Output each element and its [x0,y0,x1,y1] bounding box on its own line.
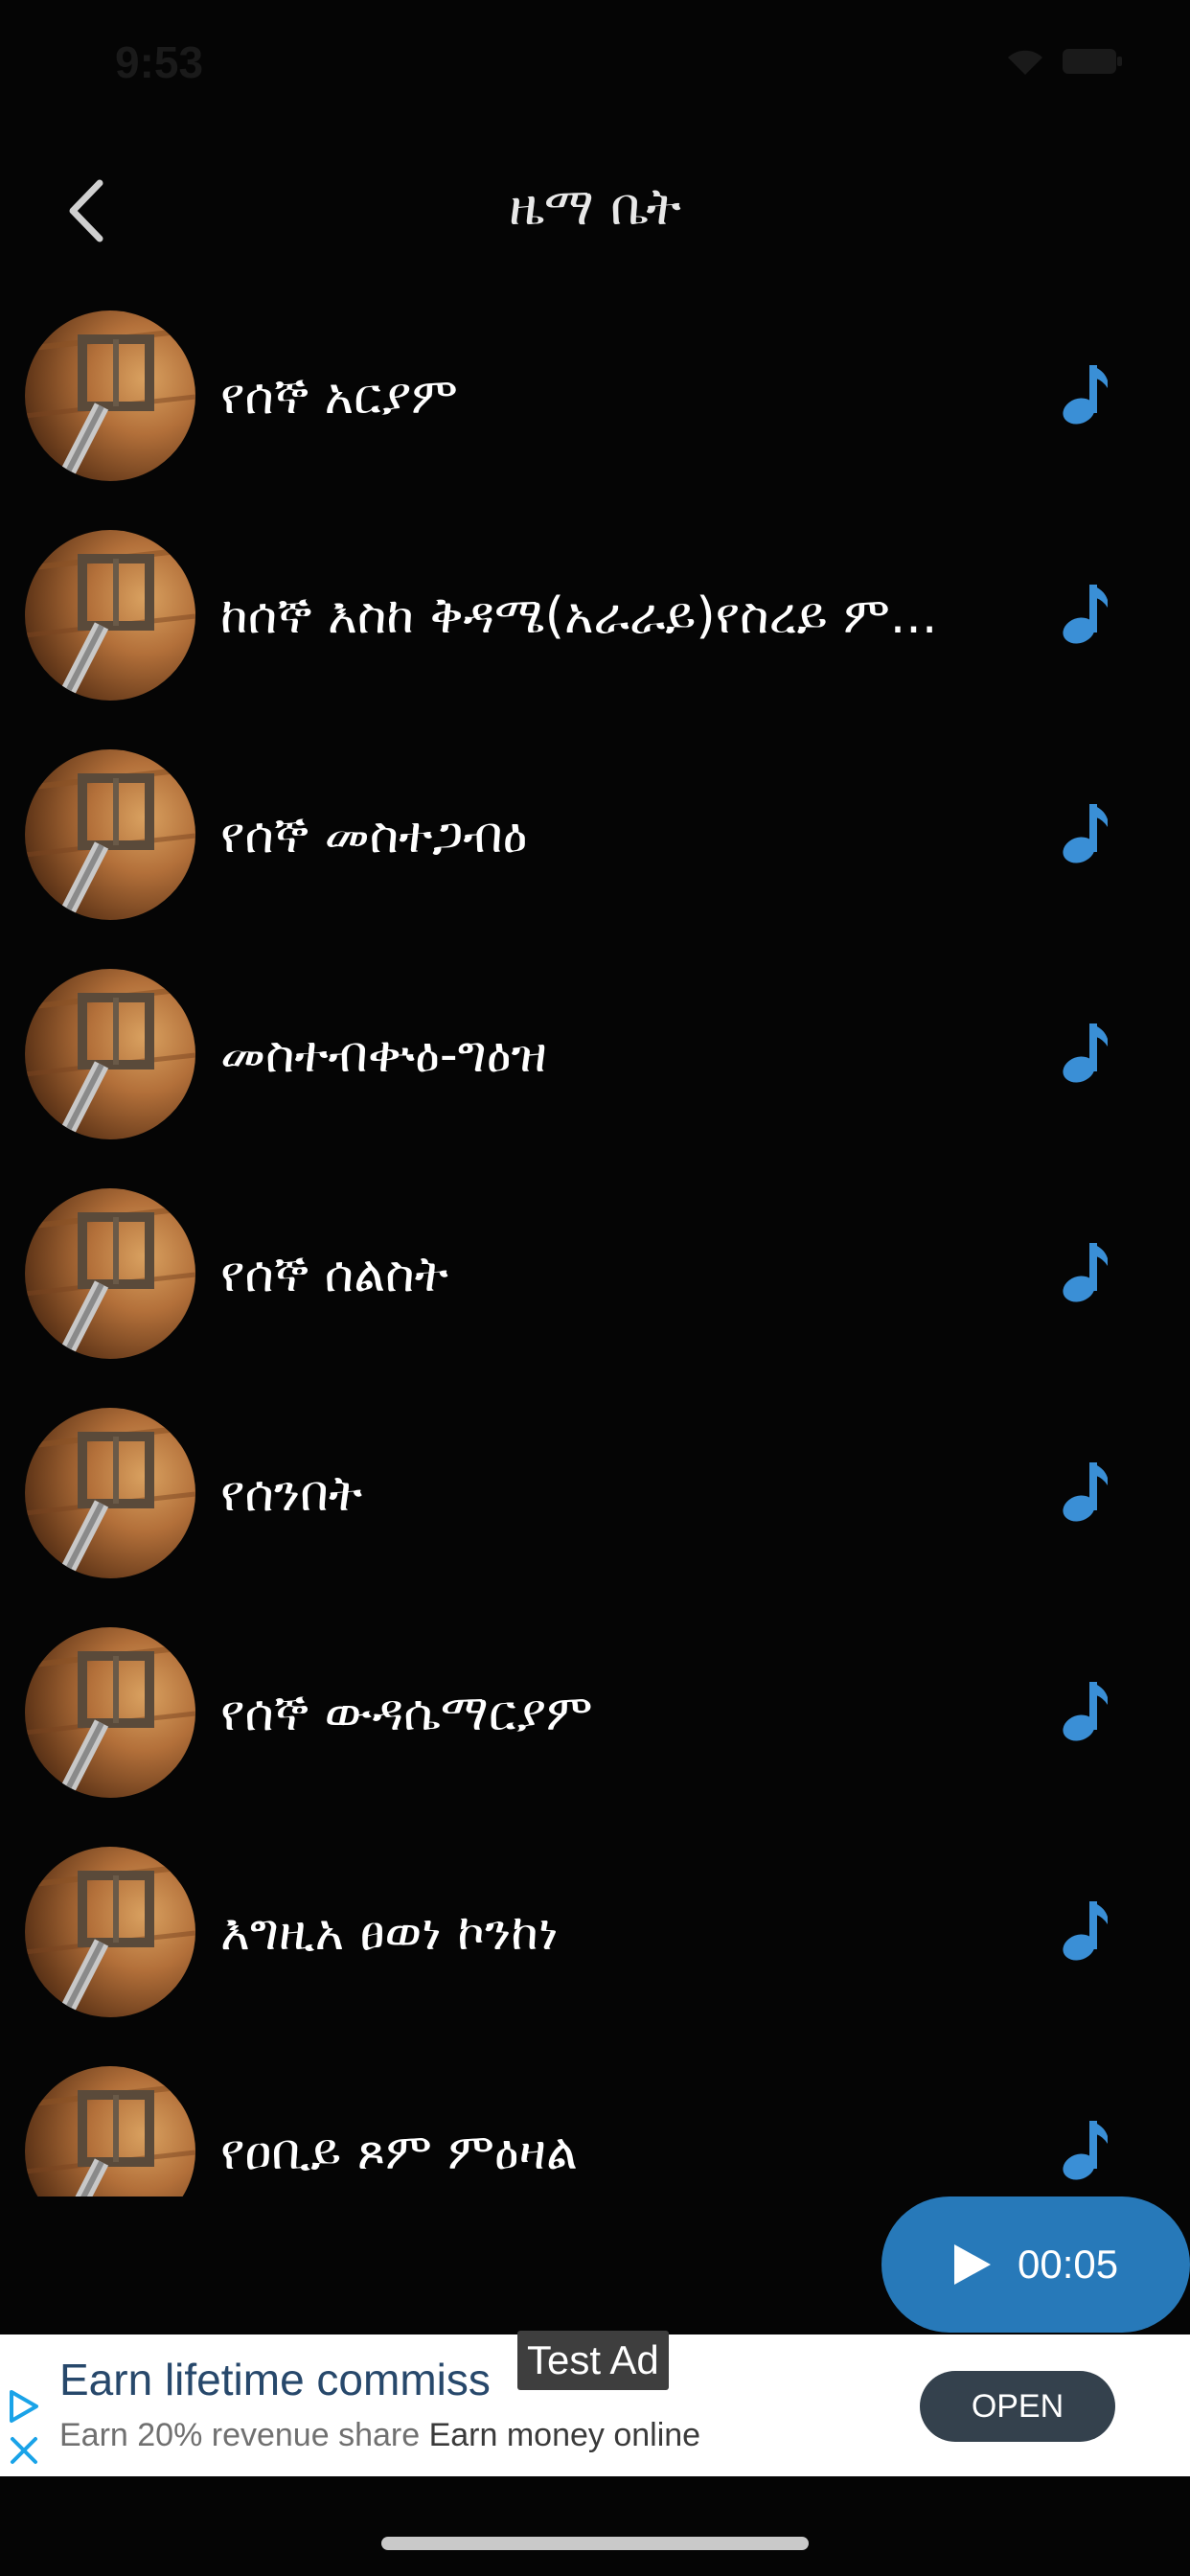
track-item[interactable]: የዐቢይ ጾም ምዕዛል [0,2043,1190,2196]
track-list: የሰኞ አርያም ከሰኞ እስከ ቅዳሜ(አራራይ)የስረይ ም... የሰኞ መስ… [0,288,1190,2196]
ad-body: Earn 20% revenue share Earn money online [59,2417,700,2454]
ad-body-text: Earn 20% revenue share [59,2417,429,2453]
track-thumbnail [25,2066,195,2196]
play-icon [954,2244,991,2285]
music-note-icon [1063,2121,1108,2180]
ad-open-button[interactable]: OPEN [920,2371,1115,2442]
track-thumbnail [25,310,195,481]
play-button[interactable]: 00:05 [881,2196,1190,2333]
track-item[interactable]: መስተብቍዕ-ግዕዝ [0,946,1190,1165]
track-item[interactable]: እግዚአ ፀወነ ኮንከነ [0,1824,1190,2043]
music-note-icon [1063,1682,1108,1741]
track-thumbnail [25,1408,195,1578]
test-ad-badge: Test Ad [517,2331,669,2390]
wifi-icon [1008,50,1042,75]
track-title: የሰኞ ሰልስት [220,1246,448,1303]
track-thumbnail [25,530,195,701]
music-note-icon [1063,1024,1108,1083]
track-title: የሰንበት [220,1465,363,1523]
track-title: መስተብቍዕ-ግዕዝ [220,1026,547,1084]
music-note-icon [1063,585,1108,644]
music-note-icon [1063,804,1108,863]
music-note-icon [1063,1901,1108,1961]
track-title: ከሰኞ እስከ ቅዳሜ(አራራይ)የስረይ ም... [220,587,938,645]
battery-icon [1063,49,1122,74]
home-indicator[interactable] [381,2537,809,2550]
track-title: የዐቢይ ጾም ምዕዛል [220,2124,578,2181]
app-screen: 9:53 ዜማ ቤት የሰኞ አርያም ከሰኞ እስከ ቅዳሜ(አራራይ)የስረይ… [0,0,1190,2576]
track-item[interactable]: የሰኞ መስተጋብዕ [0,726,1190,946]
track-thumbnail [25,1847,195,2017]
track-item[interactable]: የሰኞ ውዳሴማርያም [0,1604,1190,1824]
track-title: የሰኞ መስተጋብዕ [220,807,528,864]
ad-body-strong: Earn money online [428,2417,701,2453]
ad-banner[interactable]: Earn lifetime commiss Test Ad Earn 20% r… [0,2331,1190,2476]
status-bar: 9:53 [0,0,1190,134]
track-title: የሰኞ ውዳሴማርያም [220,1685,593,1742]
track-thumbnail [25,749,195,920]
ad-close-icon[interactable] [8,2434,40,2467]
page-title: ዜማ ቤት [509,176,681,237]
status-time: 9:53 [115,37,204,87]
track-thumbnail [25,1188,195,1359]
music-note-icon [1063,1243,1108,1302]
track-item[interactable]: የሰኞ አርያም [0,288,1190,507]
track-title: የሰኞ አርያም [220,368,458,426]
track-title: እግዚአ ፀወነ ኮንከነ [220,1904,559,1962]
track-item[interactable]: የሰንበት [0,1385,1190,1604]
track-item[interactable]: ከሰኞ እስከ ቅዳሜ(አራራይ)የስረይ ም... [0,507,1190,726]
navigation-bar: ዜማ ቤት [0,134,1190,288]
elapsed-time: 00:05 [1018,2242,1119,2287]
ad-choices-icon[interactable] [6,2388,42,2425]
music-note-icon [1063,365,1108,425]
ad-headline[interactable]: Earn lifetime commiss [59,2354,491,2405]
status-icons [1004,46,1123,77]
music-note-icon [1063,1462,1108,1522]
track-thumbnail [25,969,195,1139]
track-item[interactable]: የሰኞ ሰልስት [0,1165,1190,1385]
track-thumbnail [25,1627,195,1798]
